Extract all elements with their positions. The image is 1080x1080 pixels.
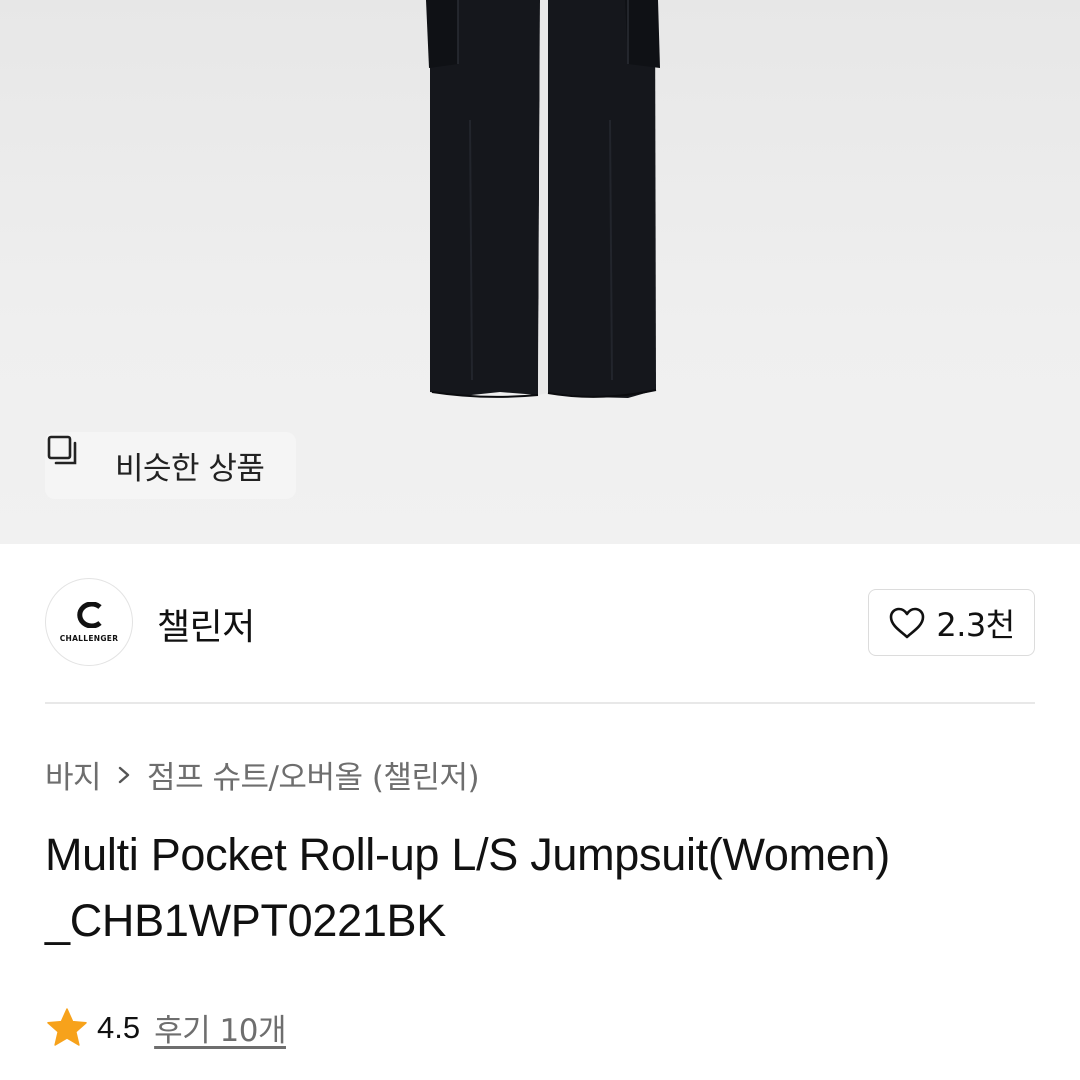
similar-products-button[interactable]: 비슷한 상품	[45, 432, 296, 499]
product-title: Multi Pocket Roll-up L/S Jumpsuit(Women)…	[45, 822, 1045, 954]
similar-items-icon	[47, 435, 103, 484]
product-title-line1: Multi Pocket Roll-up L/S Jumpsuit(Women)	[45, 829, 890, 880]
rating-row: 4.5 후기 10개	[45, 1005, 286, 1050]
breadcrumb-category[interactable]: 바지	[45, 752, 102, 797]
breadcrumb: 바지 점프 슈트/오버올 (챌린저)	[45, 752, 480, 797]
product-image-area[interactable]: 비슷한 상품	[0, 0, 1080, 544]
breadcrumb-subcategory[interactable]: 점프 슈트/오버올 (챌린저)	[147, 752, 480, 797]
challenger-logo-mark	[77, 601, 102, 628]
brand-name[interactable]: 챌린저	[157, 598, 255, 650]
reviews-link[interactable]: 후기 10개	[154, 1005, 286, 1050]
heart-outline-icon	[888, 606, 926, 640]
product-title-line2: _CHB1WPT0221BK	[45, 895, 446, 946]
divider	[45, 702, 1035, 704]
chevron-right-icon	[115, 763, 133, 787]
like-button[interactable]: 2.3천	[868, 589, 1035, 656]
brand-row: CHALLENGER 챌린저 2.3천	[45, 578, 1035, 668]
brand-logo-text: CHALLENGER	[59, 633, 119, 643]
similar-products-label: 비슷한 상품	[115, 451, 265, 487]
brand-logo[interactable]: CHALLENGER	[45, 578, 133, 666]
star-icon	[45, 1007, 89, 1049]
like-count: 2.3천	[936, 605, 1015, 644]
rating-score: 4.5	[97, 1009, 141, 1045]
